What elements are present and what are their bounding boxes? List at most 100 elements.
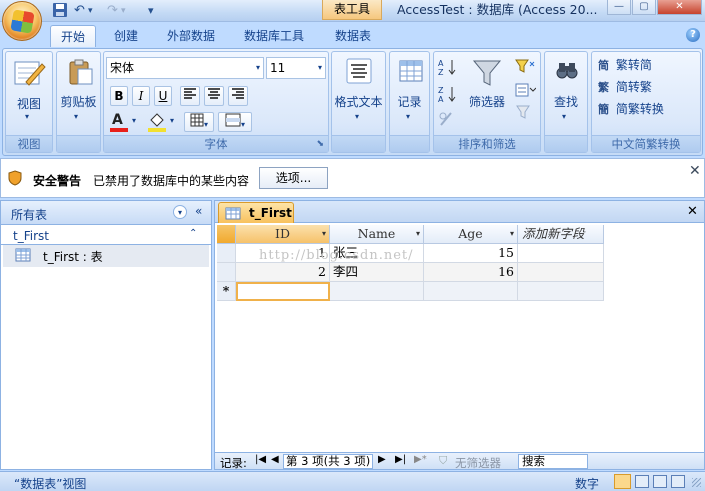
cell-age[interactable]: 15 bbox=[424, 244, 518, 263]
nav-item-t-first-table[interactable]: t_First : 表 bbox=[3, 245, 209, 267]
new-record-marker[interactable]: * bbox=[217, 282, 236, 301]
document-tab-t-first[interactable]: t_First bbox=[218, 202, 294, 223]
nav-group-label: t_First bbox=[13, 229, 49, 243]
column-id-dropdown-icon[interactable]: ▾ bbox=[322, 225, 326, 243]
close-button[interactable]: ✕ bbox=[657, 0, 702, 15]
row-selector[interactable] bbox=[217, 244, 236, 263]
cell-age[interactable]: 16 bbox=[424, 263, 518, 282]
cell-name[interactable]: 李四 bbox=[330, 263, 424, 282]
first-record-icon[interactable]: |◀ bbox=[255, 454, 266, 465]
new-record-nav-icon[interactable]: ▶* bbox=[414, 454, 427, 465]
font-dialog-launcher-icon[interactable]: ⬊ bbox=[316, 136, 324, 153]
datasheet-view-icon[interactable] bbox=[614, 474, 631, 489]
nav-collapse-icon[interactable]: « bbox=[195, 204, 202, 218]
to-traditional-row[interactable]: 繁 简转繁 bbox=[598, 78, 652, 95]
align-right-button[interactable] bbox=[228, 86, 248, 106]
tab-home[interactable]: 开始 bbox=[50, 25, 96, 47]
tab-datasheet[interactable]: 数据表 bbox=[331, 25, 375, 47]
previous-record-icon[interactable]: ◀ bbox=[271, 454, 279, 465]
sort-ascending-icon[interactable]: AZ bbox=[437, 58, 457, 79]
search-input[interactable]: 搜索 bbox=[518, 454, 588, 469]
font-name-combo[interactable]: 宋体 ▾ bbox=[106, 57, 264, 79]
view-dropdown-icon[interactable]: ▾ bbox=[25, 112, 29, 121]
cell-id[interactable]: 2 bbox=[236, 263, 330, 282]
undo-dropdown-icon[interactable]: ▾ bbox=[88, 2, 93, 20]
pivot-chart-view-icon[interactable] bbox=[653, 475, 667, 488]
view-button[interactable]: 视图 bbox=[6, 95, 52, 112]
bold-button[interactable]: B bbox=[110, 86, 128, 106]
toggle-filter-icon[interactable] bbox=[514, 104, 536, 123]
column-header-add-field[interactable]: 添加新字段 bbox=[518, 225, 604, 244]
clipboard-dropdown-icon[interactable]: ▾ bbox=[74, 112, 78, 121]
nav-group-collapse-icon[interactable]: ⌃ bbox=[189, 228, 197, 239]
column-header-age[interactable]: Age ▾ bbox=[424, 225, 518, 244]
close-document-icon[interactable]: ✕ bbox=[687, 204, 698, 219]
selection-filter-icon[interactable] bbox=[514, 58, 536, 77]
align-center-button[interactable] bbox=[204, 86, 224, 106]
italic-button[interactable]: I bbox=[132, 86, 150, 106]
new-record-id-cell[interactable] bbox=[236, 282, 330, 301]
maximize-button[interactable]: ▢ bbox=[632, 0, 656, 15]
convert-row[interactable]: 簡 简繁转换 bbox=[598, 100, 664, 117]
rich-text-button[interactable]: 格式文本 bbox=[332, 93, 385, 110]
clear-sort-icon[interactable] bbox=[437, 110, 457, 131]
redo-button[interactable]: ↷ bbox=[107, 2, 118, 20]
nav-group-t-first[interactable]: t_First ⌃ bbox=[1, 227, 211, 245]
nav-menu-chevron-icon[interactable]: ▾ bbox=[173, 205, 187, 219]
new-record-age-cell[interactable] bbox=[424, 282, 518, 301]
minimize-button[interactable]: — bbox=[607, 0, 631, 15]
column-age-dropdown-icon[interactable]: ▾ bbox=[510, 225, 514, 243]
font-size-combo[interactable]: 11 ▾ bbox=[266, 57, 326, 79]
new-record-add-field-cell[interactable] bbox=[518, 282, 604, 301]
filter-button[interactable]: 筛选器 bbox=[464, 93, 510, 110]
to-simplified-row[interactable]: 简 繁转简 bbox=[598, 56, 652, 73]
column-name-dropdown-icon[interactable]: ▾ bbox=[416, 225, 420, 243]
tab-create[interactable]: 创建 bbox=[110, 25, 142, 47]
filter-status[interactable]: 无筛选器 bbox=[455, 455, 501, 471]
column-header-id[interactable]: ID ▾ bbox=[236, 225, 330, 244]
tab-external-data[interactable]: 外部数据 bbox=[163, 25, 219, 47]
clipboard-button[interactable]: 剪贴板 bbox=[57, 93, 100, 110]
view-icon bbox=[12, 58, 46, 91]
cell-add-field[interactable] bbox=[518, 244, 604, 263]
column-header-age-label: Age bbox=[458, 226, 483, 241]
font-color-button[interactable]: A ▾ bbox=[110, 112, 144, 132]
alternate-fill-button[interactable]: ▾ bbox=[218, 112, 252, 132]
to-traditional-icon: 繁 bbox=[598, 80, 609, 94]
records-dropdown-icon[interactable]: ▾ bbox=[406, 112, 410, 121]
resize-grip-icon[interactable] bbox=[692, 478, 701, 487]
office-button[interactable] bbox=[2, 1, 42, 41]
underline-button[interactable]: U bbox=[154, 86, 172, 106]
rich-text-dropdown-icon[interactable]: ▾ bbox=[355, 112, 359, 121]
nav-header[interactable]: 所有表 ▾ « bbox=[1, 201, 211, 225]
group-rich-text: 格式文本 ▾ bbox=[331, 51, 386, 153]
save-icon[interactable] bbox=[52, 2, 68, 20]
row-selector[interactable] bbox=[217, 263, 236, 282]
new-record-name-cell[interactable] bbox=[330, 282, 424, 301]
security-options-button[interactable]: 选项... bbox=[259, 167, 328, 189]
undo-button[interactable]: ↶ bbox=[74, 2, 85, 20]
close-security-bar-icon[interactable]: ✕ bbox=[689, 163, 701, 179]
cell-id[interactable]: 1 bbox=[236, 244, 330, 263]
select-all-corner[interactable] bbox=[217, 225, 236, 244]
fill-color-button[interactable]: ▾ bbox=[148, 112, 180, 132]
pivot-table-view-icon[interactable] bbox=[635, 475, 649, 488]
current-record-box[interactable]: 第 3 项(共 3 项) bbox=[283, 454, 373, 469]
gridlines-button[interactable]: ▾ bbox=[184, 112, 214, 132]
sort-descending-icon[interactable]: ZA bbox=[437, 85, 457, 106]
customize-toolbar-button[interactable]: ▾ bbox=[148, 2, 154, 20]
next-record-icon[interactable]: ▶ bbox=[378, 454, 386, 465]
last-record-icon[interactable]: ▶| bbox=[395, 454, 406, 465]
advanced-filter-icon[interactable] bbox=[514, 82, 537, 101]
cell-name[interactable]: 张三 bbox=[330, 244, 424, 263]
records-button[interactable]: 记录 bbox=[390, 93, 429, 110]
design-view-icon[interactable] bbox=[671, 475, 685, 488]
find-dropdown-icon[interactable]: ▾ bbox=[562, 112, 566, 121]
help-icon[interactable]: ? bbox=[686, 28, 700, 42]
find-button[interactable]: 查找 bbox=[545, 93, 587, 110]
align-left-button[interactable] bbox=[180, 86, 200, 106]
cell-add-field[interactable] bbox=[518, 263, 604, 282]
tab-database-tools[interactable]: 数据库工具 bbox=[240, 25, 308, 47]
redo-dropdown-icon[interactable]: ▾ bbox=[121, 2, 126, 20]
column-header-name[interactable]: Name ▾ bbox=[330, 225, 424, 244]
